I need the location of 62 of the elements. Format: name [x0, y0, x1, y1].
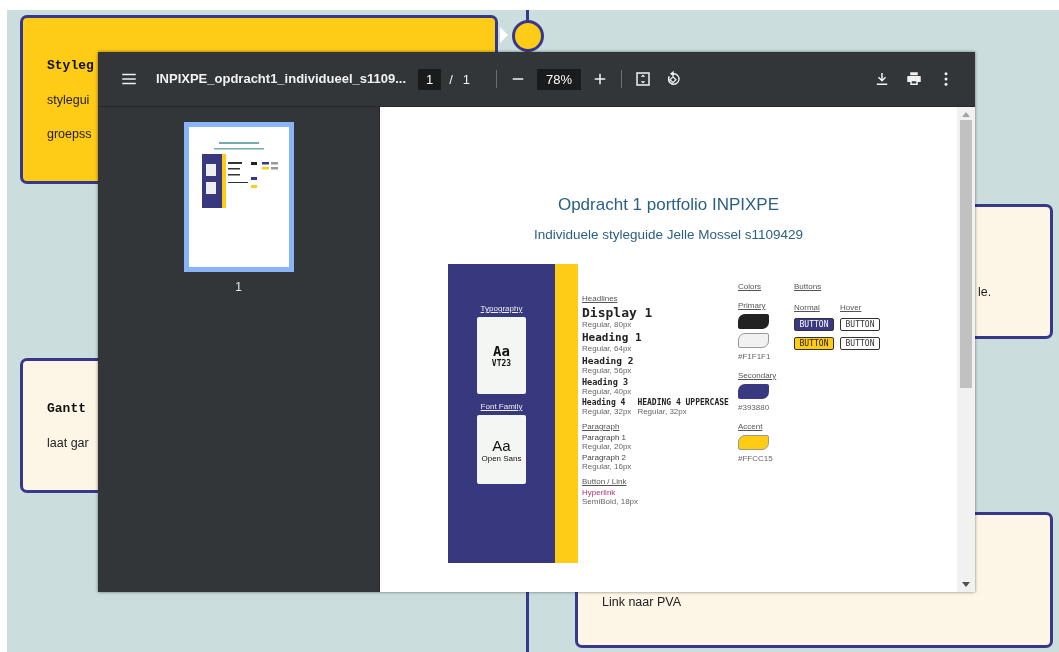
- scroll-down-icon[interactable]: [962, 582, 970, 588]
- heading-sample: Heading 3: [582, 377, 630, 387]
- file-name: INPIXPE_opdracht1_individueel_s1109...: [156, 70, 406, 88]
- paragraph-sample: Paragraph 2: [582, 453, 628, 462]
- button-style-preview: BUTTON: [794, 337, 834, 350]
- scrollbar-thumb[interactable]: [960, 120, 972, 388]
- type-spec: Regular, 56px: [582, 366, 633, 375]
- section-label: Headlines: [582, 294, 619, 303]
- heading-sample: Display 1: [582, 305, 653, 320]
- card-title: Styleg: [47, 58, 94, 73]
- color-code: #FFCC15: [738, 454, 774, 463]
- font-sample: Aa: [493, 343, 510, 359]
- timeline-node: [512, 20, 544, 52]
- thumbnail-label: 1: [235, 280, 242, 294]
- card-text: stylegui: [47, 93, 90, 107]
- document-title: Opdracht 1 portfolio INPIXPE: [557, 195, 780, 215]
- type-spec: Regular, 40px: [582, 387, 632, 396]
- color-label: Primary: [738, 301, 767, 310]
- type-spec: Regular, 32px: [637, 407, 688, 416]
- type-spec: Regular, 64px: [582, 344, 633, 353]
- section-label: Button / Link: [582, 477, 628, 486]
- page-thumbnail[interactable]: [183, 122, 294, 272]
- heading-sample: HEADING 4 UPPERCASE: [637, 398, 729, 407]
- fit-page-icon[interactable]: [634, 70, 653, 88]
- heading-sample: Heading 4: [582, 398, 627, 407]
- column-label: Normal: [794, 303, 821, 312]
- section-label: Paragraph: [582, 422, 621, 431]
- font-name: Open Sans: [481, 453, 522, 463]
- card-text: groepss: [47, 127, 92, 141]
- type-spec: Regular, 80px: [582, 320, 633, 329]
- card-text: le.: [978, 285, 992, 299]
- section-label: Colors: [738, 282, 763, 291]
- color-label: Accent: [738, 422, 764, 431]
- type-spec: Regular, 32px: [582, 407, 632, 416]
- color-code: #393880: [738, 403, 771, 412]
- page-total: 1: [462, 71, 471, 87]
- document-subtitle: Individuele styleguide Jelle Mossel s1109429: [533, 227, 804, 242]
- button-style-preview: BUTTON: [840, 337, 880, 350]
- page-separator: /: [449, 71, 453, 87]
- type-spec: SemiBold, 18px: [582, 497, 640, 506]
- section-label: Font Family: [480, 402, 523, 411]
- heading-sample: Heading 2: [582, 355, 634, 366]
- card-text: Link naar PVA: [602, 595, 681, 609]
- type-spec: Regular, 16px: [582, 462, 633, 471]
- hyperlink-sample: Hyperlink: [582, 488, 617, 497]
- button-style-preview: BUTTON: [840, 318, 880, 331]
- heading-sample: Heading 1: [582, 331, 642, 344]
- page-number-field[interactable]: 1: [418, 68, 442, 90]
- card-title: Gantt: [47, 401, 86, 416]
- paragraph-sample: Paragraph 1: [582, 433, 628, 442]
- color-label: Secondary: [738, 371, 778, 380]
- button-style-preview: BUTTON: [794, 318, 834, 331]
- type-spec: Regular, 20px: [582, 442, 633, 451]
- column-label: Hover: [840, 303, 863, 312]
- card-text: laat gar: [47, 436, 89, 450]
- print-icon[interactable]: [905, 70, 923, 88]
- font-name: VT23: [491, 359, 512, 368]
- font-sample: Aa: [492, 436, 511, 454]
- color-code: #F1F1F1: [738, 352, 772, 361]
- section-label: Buttons: [794, 282, 823, 291]
- zoom-field[interactable]: 78%: [537, 68, 582, 90]
- section-label: Typography: [480, 304, 523, 313]
